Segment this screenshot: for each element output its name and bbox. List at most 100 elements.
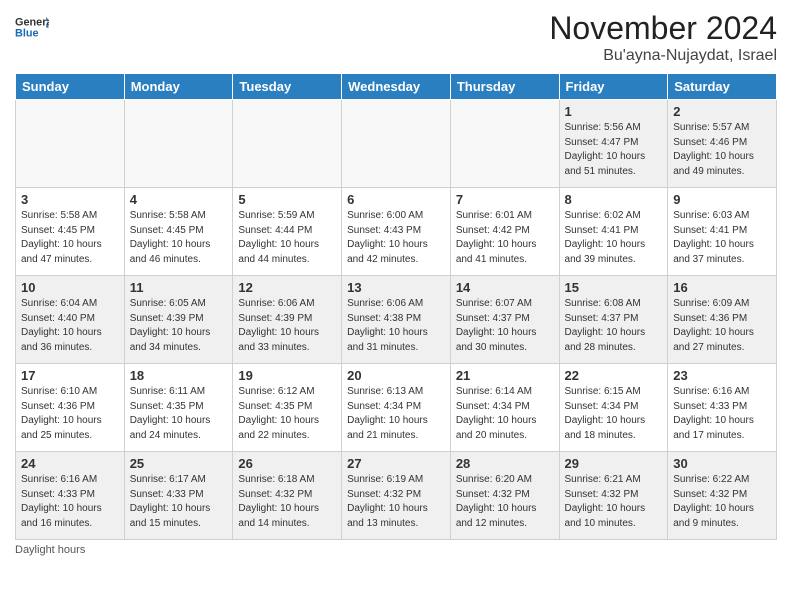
day-number: 7 [456, 192, 554, 207]
day-info: Sunrise: 6:13 AM Sunset: 4:34 PM Dayligh… [347, 385, 445, 443]
day-number: 17 [21, 368, 119, 383]
day-number: 6 [347, 192, 445, 207]
day-info: Sunrise: 6:02 AM Sunset: 4:41 PM Dayligh… [565, 209, 663, 267]
day-number: 2 [673, 104, 771, 119]
day-info: Sunrise: 5:58 AM Sunset: 4:45 PM Dayligh… [130, 209, 228, 267]
day-info: Sunrise: 6:14 AM Sunset: 4:34 PM Dayligh… [456, 385, 554, 443]
calendar-cell: 27 Sunrise: 6:19 AM Sunset: 4:32 PM Dayli… [342, 452, 451, 540]
day-number: 15 [565, 280, 663, 295]
col-monday: Monday [124, 74, 233, 100]
calendar-cell: 9Sunrise: 6:03 AM Sunset: 4:41 PM Daylig… [668, 188, 777, 276]
day-info: Sunrise: 6:06 AM Sunset: 4:38 PM Dayligh… [347, 297, 445, 355]
day-info: Sunrise: 6:06 AM Sunset: 4:39 PM Dayligh… [238, 297, 336, 355]
day-number: 14 [456, 280, 554, 295]
day-number: 29 [565, 456, 663, 471]
day-info: Sunrise: 6:01 AM Sunset: 4:42 PM Dayligh… [456, 209, 554, 267]
day-number: 1 [565, 104, 663, 119]
calendar-cell: 14 Sunrise: 6:07 AM Sunset: 4:37 PM Dayli… [450, 276, 559, 364]
day-info: Sunrise: 6:16 AM Sunset: 4:33 PM Dayligh… [673, 385, 771, 443]
day-number: 28 [456, 456, 554, 471]
calendar-cell: 4 Sunrise: 5:58 AM Sunset: 4:45 PM Daylig… [124, 188, 233, 276]
calendar-cell: 2 Sunrise: 5:57 AM Sunset: 4:46 PM Daylig… [668, 100, 777, 188]
day-number: 27 [347, 456, 445, 471]
title-block: November 2024 Bu'ayna-Nujaydat, Israel [549, 10, 777, 65]
calendar-cell: 6 Sunrise: 6:00 AM Sunset: 4:43 PM Daylig… [342, 188, 451, 276]
calendar-table: Sunday Monday Tuesday Wednesday Thursday… [15, 73, 777, 540]
header: General Blue November 2024 Bu'ayna-Nujay… [15, 10, 777, 65]
calendar-cell: 22 Sunrise: 6:15 AM Sunset: 4:34 PM Dayli… [559, 364, 668, 452]
day-number: 5 [238, 192, 336, 207]
calendar-cell: 13 Sunrise: 6:06 AM Sunset: 4:38 PM Dayli… [342, 276, 451, 364]
footer-text: Daylight hours [15, 544, 85, 556]
logo: General Blue [15, 10, 49, 44]
svg-text:General: General [15, 17, 49, 29]
col-saturday: Saturday [668, 74, 777, 100]
month-title: November 2024 [549, 10, 777, 47]
calendar-week-2: 3 Sunrise: 5:58 AM Sunset: 4:45 PM Daylig… [16, 188, 777, 276]
day-number: 25 [130, 456, 228, 471]
day-number: 13 [347, 280, 445, 295]
day-number: 12 [238, 280, 336, 295]
day-number: 8 [565, 192, 663, 207]
day-number: 20 [347, 368, 445, 383]
calendar-cell: 15Sunrise: 6:08 AM Sunset: 4:37 PM Dayli… [559, 276, 668, 364]
calendar-cell: 12 Sunrise: 6:06 AM Sunset: 4:39 PM Dayli… [233, 276, 342, 364]
svg-text:Blue: Blue [15, 28, 39, 40]
day-info: Sunrise: 6:00 AM Sunset: 4:43 PM Dayligh… [347, 209, 445, 267]
day-info: Sunrise: 6:19 AM Sunset: 4:32 PM Dayligh… [347, 473, 445, 531]
day-number: 10 [21, 280, 119, 295]
day-info: Sunrise: 6:07 AM Sunset: 4:37 PM Dayligh… [456, 297, 554, 355]
day-number: 26 [238, 456, 336, 471]
day-number: 24 [21, 456, 119, 471]
location: Bu'ayna-Nujaydat, Israel [549, 47, 777, 65]
day-info: Sunrise: 6:20 AM Sunset: 4:32 PM Dayligh… [456, 473, 554, 531]
calendar-week-4: 17 Sunrise: 6:10 AM Sunset: 4:36 PM Dayli… [16, 364, 777, 452]
day-number: 22 [565, 368, 663, 383]
calendar-cell: 25Sunrise: 6:17 AM Sunset: 4:33 PM Dayli… [124, 452, 233, 540]
calendar-cell: 18 Sunrise: 6:11 AM Sunset: 4:35 PM Dayli… [124, 364, 233, 452]
logo-icon: General Blue [15, 10, 49, 44]
day-number: 18 [130, 368, 228, 383]
calendar-cell: 26 Sunrise: 6:18 AM Sunset: 4:32 PM Dayli… [233, 452, 342, 540]
calendar-cell: 11 Sunrise: 6:05 AM Sunset: 4:39 PM Dayli… [124, 276, 233, 364]
day-info: Sunrise: 5:59 AM Sunset: 4:44 PM Dayligh… [238, 209, 336, 267]
day-info: Sunrise: 6:22 AM Sunset: 4:32 PM Dayligh… [673, 473, 771, 531]
day-info: Sunrise: 6:05 AM Sunset: 4:39 PM Dayligh… [130, 297, 228, 355]
day-info: Sunrise: 6:09 AM Sunset: 4:36 PM Dayligh… [673, 297, 771, 355]
day-info: Sunrise: 6:18 AM Sunset: 4:32 PM Dayligh… [238, 473, 336, 531]
calendar-cell: 17 Sunrise: 6:10 AM Sunset: 4:36 PM Dayli… [16, 364, 125, 452]
calendar-cell: 23 Sunrise: 6:16 AM Sunset: 4:33 PM Dayli… [668, 364, 777, 452]
calendar-cell: 8 Sunrise: 6:02 AM Sunset: 4:41 PM Daylig… [559, 188, 668, 276]
calendar-cell [16, 100, 125, 188]
day-info: Sunrise: 6:04 AM Sunset: 4:40 PM Dayligh… [21, 297, 119, 355]
footer: Daylight hours [15, 544, 777, 556]
calendar-cell: 30Sunrise: 6:22 AM Sunset: 4:32 PM Dayli… [668, 452, 777, 540]
calendar-cell: 10 Sunrise: 6:04 AM Sunset: 4:40 PM Dayli… [16, 276, 125, 364]
col-sunday: Sunday [16, 74, 125, 100]
calendar-cell [124, 100, 233, 188]
day-number: 3 [21, 192, 119, 207]
col-friday: Friday [559, 74, 668, 100]
day-number: 16 [673, 280, 771, 295]
day-number: 23 [673, 368, 771, 383]
day-info: Sunrise: 6:15 AM Sunset: 4:34 PM Dayligh… [565, 385, 663, 443]
day-info: Sunrise: 6:16 AM Sunset: 4:33 PM Dayligh… [21, 473, 119, 531]
calendar-cell: 7 Sunrise: 6:01 AM Sunset: 4:42 PM Daylig… [450, 188, 559, 276]
day-info: Sunrise: 6:10 AM Sunset: 4:36 PM Dayligh… [21, 385, 119, 443]
calendar-week-3: 10 Sunrise: 6:04 AM Sunset: 4:40 PM Dayli… [16, 276, 777, 364]
calendar-cell: 19Sunrise: 6:12 AM Sunset: 4:35 PM Dayli… [233, 364, 342, 452]
calendar-cell [342, 100, 451, 188]
col-tuesday: Tuesday [233, 74, 342, 100]
calendar-week-1: 1Sunrise: 5:56 AM Sunset: 4:47 PM Daylig… [16, 100, 777, 188]
calendar-cell: 21 Sunrise: 6:14 AM Sunset: 4:34 PM Dayli… [450, 364, 559, 452]
page: General Blue November 2024 Bu'ayna-Nujay… [0, 0, 792, 612]
day-number: 4 [130, 192, 228, 207]
calendar-cell [450, 100, 559, 188]
calendar-cell: 5 Sunrise: 5:59 AM Sunset: 4:44 PM Daylig… [233, 188, 342, 276]
day-number: 21 [456, 368, 554, 383]
calendar-cell: 24 Sunrise: 6:16 AM Sunset: 4:33 PM Dayli… [16, 452, 125, 540]
day-info: Sunrise: 5:57 AM Sunset: 4:46 PM Dayligh… [673, 121, 771, 179]
day-number: 11 [130, 280, 228, 295]
day-info: Sunrise: 6:11 AM Sunset: 4:35 PM Dayligh… [130, 385, 228, 443]
col-wednesday: Wednesday [342, 74, 451, 100]
